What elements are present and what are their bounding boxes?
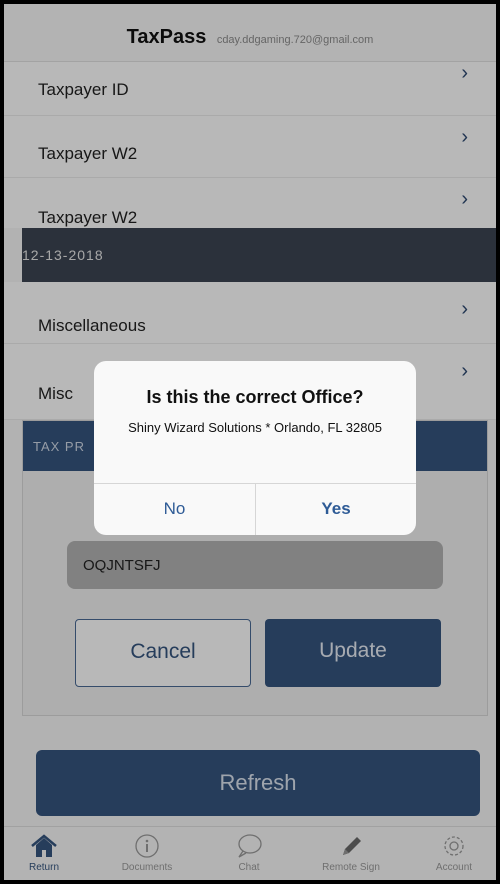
confirm-office-dialog: Is this the correct Office? Shiny Wizard… — [94, 361, 416, 535]
dialog-title: Is this the correct Office? — [146, 387, 364, 407]
yes-button[interactable]: Yes — [256, 483, 416, 535]
app-screen: TaxPass cday.ddgaming.720@gmail.com Taxp… — [4, 4, 496, 880]
dialog-message: Shiny Wizard Solutions * Orlando, FL 328… — [128, 420, 382, 435]
no-button[interactable]: No — [94, 483, 255, 535]
